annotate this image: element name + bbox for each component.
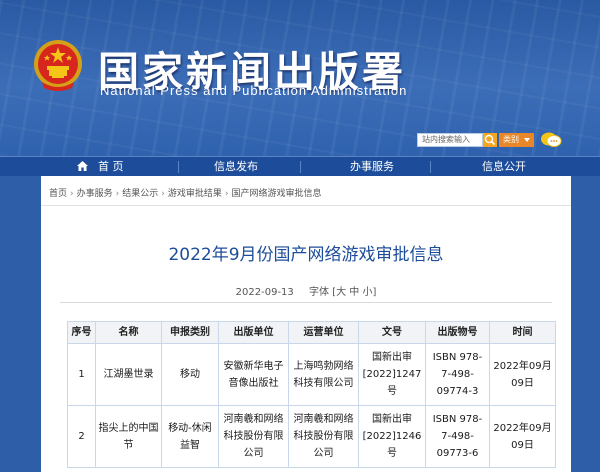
search-input[interactable]: 站内搜索输入 (417, 133, 483, 147)
cell-line: 益智 (180, 439, 200, 451)
table-cell: ISBN 978- 7-498- 09774-3 (425, 343, 490, 406)
nav-divider (300, 161, 301, 173)
table-cell: 2022年09月 09日 (489, 405, 556, 468)
column-header: 时间 (489, 321, 556, 344)
breadcrumb-separator: › (70, 189, 74, 199)
table-cell: 移动-休闲益智 (161, 405, 219, 468)
search-icon (484, 134, 496, 146)
table-cell: 河南羲和网络 科技股份有限 公司 (288, 405, 359, 468)
cell-line: 公司 (313, 448, 334, 459)
column-header: 运营单位 (288, 321, 359, 344)
cell-line: 音像出版社 (228, 377, 279, 389)
font-size-small[interactable]: 小 (362, 287, 372, 298)
publish-date: 2022-09-13 (235, 287, 294, 298)
breadcrumb-item-game-results[interactable]: 游戏审批结果 (168, 189, 222, 199)
cell-line: 09日 (511, 377, 534, 389)
cell-line: [2022]1246号 (362, 431, 422, 459)
font-size-large[interactable]: 大 (336, 287, 346, 298)
cell-line: 2022年09月 (493, 422, 552, 434)
cell-line: 1 (78, 369, 85, 380)
approval-table: 序号 名称 申报类别 出版单位 运营单位 文号 出版物号 时间 1 江湖墨世录 移动… (67, 321, 556, 468)
cell-line: 国新出审 (372, 352, 412, 363)
breadcrumb-item-current[interactable]: 国产网络游戏审批信息 (232, 189, 322, 199)
main-nav: 首 页 信息发布 办事服务 信息公开 (0, 156, 600, 176)
cell-line: 移动 (180, 369, 200, 380)
breadcrumb-separator: › (115, 189, 120, 199)
cell-line: 科技有限公司 (293, 377, 354, 389)
cell-line: 科技股份有限 (293, 431, 354, 442)
table-cell: 2 (67, 405, 96, 468)
nav-item-disclosure[interactable]: 信息公开 (482, 157, 526, 177)
cell-line: 安徽新华电子 (223, 360, 284, 372)
cell-line: 河南羲和网络 (223, 414, 284, 425)
category-label: 类别 (503, 135, 519, 144)
cell-line: ISBN 978- (432, 352, 483, 363)
table-cell: 国新出审 [2022]1247号 (358, 343, 426, 406)
font-size-label: 字体 (308, 287, 329, 298)
cell-line: ISBN 978- (432, 414, 483, 425)
cell-line: 7-498- (441, 369, 474, 380)
cell-line: [2022]1247号 (362, 369, 422, 397)
table-cell: 指尖上的中国节 (95, 405, 162, 468)
nav-item-home[interactable]: 首 页 (98, 157, 124, 177)
column-header: 出版物号 (425, 321, 490, 344)
column-header: 序号 (67, 321, 96, 344)
breadcrumb: 首页 › 办事服务 › 结果公示 › 游戏审批结果 › 国产网络游戏审批信息 (49, 186, 322, 199)
breadcrumb-item-services[interactable]: 办事服务 (77, 189, 113, 199)
breadcrumb-item-home[interactable]: 首页 (49, 189, 67, 199)
chat-bubble-icon[interactable] (540, 131, 562, 149)
table-cell: 2022年09月 09日 (489, 343, 556, 406)
chevron-down-icon (524, 138, 530, 142)
table-row: 2 指尖上的中国节移动-休闲 益智 河南羲和网络 科技股份有限 公司 河南羲和网络 科技股份有… (67, 405, 556, 468)
cell-line: 09773-6 (436, 448, 479, 459)
article-title: 2022年9月份国产网络游戏审批信息 (168, 245, 444, 265)
meta-divider (60, 302, 552, 303)
table-cell: ISBN 978- 7-498- 09773-6 (425, 405, 490, 468)
cell-line: 科技股份有限 (223, 431, 284, 442)
cell-line: 09774-3 (436, 386, 479, 397)
search-button[interactable] (483, 133, 497, 147)
table-cell: 国新出审 [2022]1246号 (358, 405, 426, 468)
nav-divider (430, 161, 431, 173)
column-header: 出版单位 (218, 321, 289, 344)
table-cell: 上海鸣勃网络 科技有限公司 (288, 343, 359, 406)
table-cell: 河南羲和网络 科技股份有限 公司 (218, 405, 289, 468)
font-size-medium[interactable]: 中 (349, 287, 359, 298)
cell-line: 移动-休闲 (168, 422, 212, 434)
cell-line: 7-498- (441, 431, 474, 442)
home-icon (77, 161, 88, 171)
column-header: 申报类别 (161, 321, 219, 344)
table-header-row: 序号 名称 申报类别 出版单位 运营单位 文号 出版物号 时间 (67, 321, 556, 344)
cell-line: 江湖墨世录 (103, 369, 154, 380)
nav-item-services[interactable]: 办事服务 (350, 157, 394, 177)
table-cell: 江湖墨世录 (95, 343, 162, 406)
nav-item-news[interactable]: 信息发布 (214, 157, 258, 177)
column-header: 名称 (95, 321, 162, 344)
breadcrumb-separator: › (161, 189, 165, 199)
nav-divider (178, 161, 179, 173)
table-row: 1 江湖墨世录 移动 安徽新华电子 音像出版社 上海鸣勃网络 科技有限公司 国新出审 [2022… (67, 343, 556, 406)
cell-line: 2 (78, 431, 85, 442)
cell-line: 09日 (511, 439, 534, 451)
cell-line: 上海鸣勃网络 (293, 360, 354, 372)
table-cell: 移动 (161, 343, 219, 406)
breadcrumb-separator: › (224, 189, 229, 199)
table-cell: 1 (67, 343, 96, 406)
cell-line: 节 (123, 439, 134, 451)
cell-line: 指尖上的中国 (98, 422, 159, 434)
national-emblem-icon (34, 40, 82, 91)
breadcrumb-item-results[interactable]: 结果公示 (122, 189, 158, 199)
column-header: 文号 (358, 321, 426, 344)
site-subtitle: National Press and Publication Administr… (100, 83, 408, 98)
cell-line: 2022年09月 (493, 360, 552, 372)
category-select[interactable]: 类别 (499, 133, 534, 147)
table-cell: 安徽新华电子 音像出版社 (218, 343, 289, 406)
cell-line: 国新出审 (372, 414, 412, 425)
breadcrumb-divider (41, 205, 571, 206)
cell-line: 公司 (243, 448, 264, 459)
cell-line: 河南羲和网络 (293, 414, 354, 425)
article-meta: 2022-09-13 字体 [大 中 小] (235, 287, 377, 298)
